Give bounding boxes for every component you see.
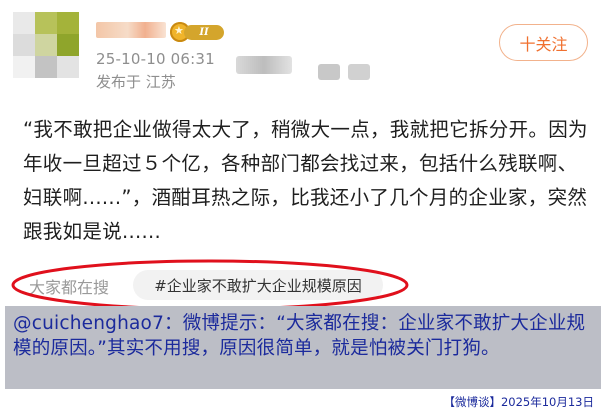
post-time: 25-10-10 06:31 [96, 50, 215, 68]
redacted-block [348, 64, 370, 80]
username-blurred[interactable] [96, 22, 166, 38]
level-label: II [184, 25, 224, 40]
vip-badge: II [170, 22, 224, 42]
post-location: 发布于 江苏 [96, 73, 176, 91]
avatar[interactable] [13, 12, 79, 78]
annotation-source: 【微博谈】2025年10月13日 [443, 395, 594, 409]
follow-button[interactable]: 十关注 [499, 24, 588, 61]
everyone-searching-label: 大家都在搜 [29, 278, 110, 297]
redacted-block [236, 56, 292, 74]
trending-topic-chip[interactable]: #企业家不敢扩大企业规模原因 [133, 270, 383, 300]
redacted-block [318, 64, 340, 80]
trending-topic-label: #企业家不敢扩大企业规模原因 [154, 276, 362, 295]
post-body: “我不敢把企业做得太大了，稍微大一点，我就把它拆分开。因为年收一旦超过５个亿，各… [23, 118, 588, 243]
follow-button-label: 十关注 [519, 34, 568, 54]
annotation-text: @cuichenghao7：微博提示：“大家都在搜：企业家不敢扩大企业规模的原因… [13, 313, 586, 359]
